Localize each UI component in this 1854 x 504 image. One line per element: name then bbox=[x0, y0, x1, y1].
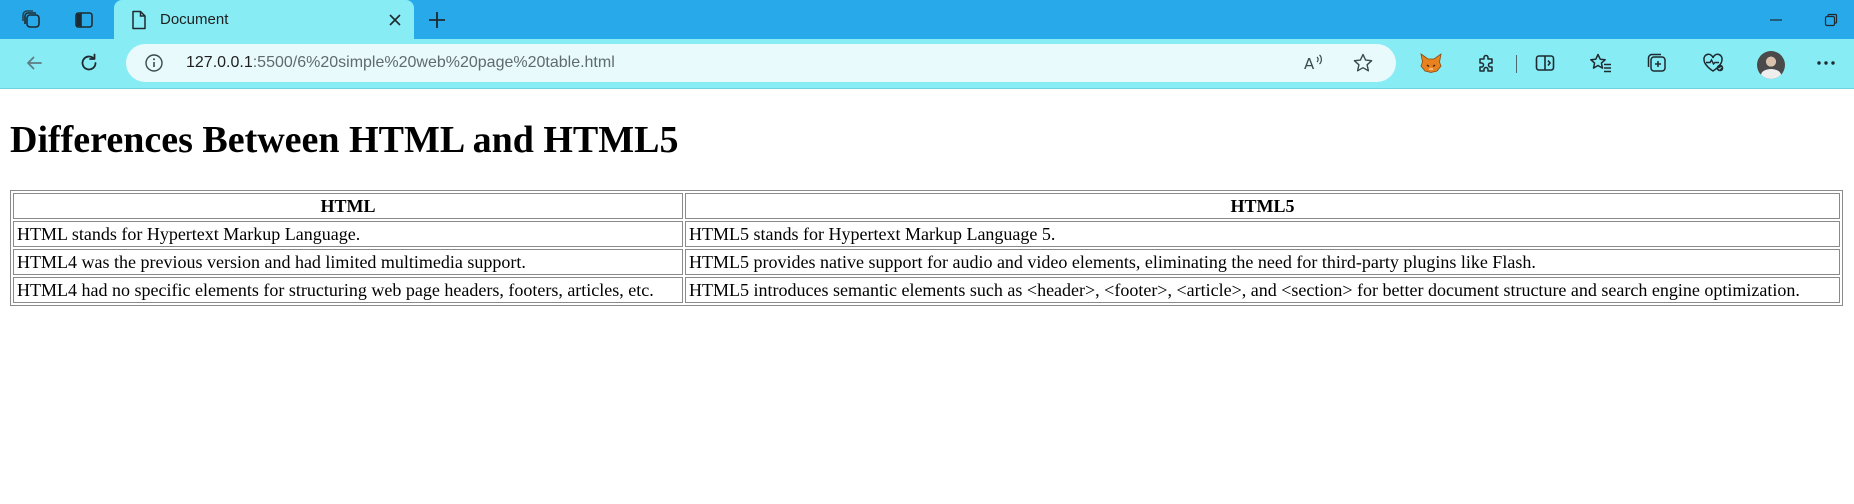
favorites-icon[interactable] bbox=[1583, 45, 1619, 81]
tab-title: Document bbox=[160, 11, 229, 28]
table-row: HTML stands for Hypertext Markup Languag… bbox=[13, 221, 1840, 247]
collections-icon[interactable] bbox=[1639, 45, 1675, 81]
avatar[interactable] bbox=[1757, 51, 1785, 79]
table-cell: HTML4 had no specific elements for struc… bbox=[13, 277, 683, 303]
more-icon[interactable] bbox=[1808, 45, 1844, 81]
page-content: Differences Between HTML and HTML5 HTML … bbox=[0, 89, 1854, 504]
url-path: :5500/6%20simple%20web%20page%20table.ht… bbox=[252, 54, 615, 71]
back-arrow-icon bbox=[27, 56, 42, 70]
heart-pulse-icon[interactable] bbox=[1695, 45, 1731, 81]
column-header-html5: HTML5 bbox=[685, 193, 1840, 219]
fox-extension-icon[interactable] bbox=[1413, 45, 1449, 81]
document-icon bbox=[130, 10, 148, 30]
plus-icon bbox=[429, 11, 445, 28]
minimize-icon bbox=[1770, 18, 1782, 21]
browser-toolbar: 127.0.0.1:5500/6%20simple%20web%20page%2… bbox=[0, 39, 1854, 89]
url-host: 127.0.0.1 bbox=[186, 54, 253, 71]
browser-titlebar: Document bbox=[0, 0, 1854, 39]
table-row: HTML4 was the previous version and had l… bbox=[13, 249, 1840, 275]
url-text[interactable]: 127.0.0.1:5500/6%20simple%20web%20page%2… bbox=[186, 53, 615, 73]
back-button[interactable] bbox=[16, 45, 52, 81]
tab-document[interactable]: Document bbox=[114, 0, 414, 39]
table-cell: HTML5 introduces semantic elements such … bbox=[685, 277, 1840, 303]
tab-actions-icon[interactable] bbox=[62, 0, 106, 39]
restore-button[interactable] bbox=[1808, 0, 1854, 39]
table-cell: HTML4 was the previous version and had l… bbox=[13, 249, 683, 275]
puzzle-icon[interactable] bbox=[1469, 45, 1505, 81]
column-header-html: HTML bbox=[13, 193, 683, 219]
new-tab-button[interactable] bbox=[420, 0, 454, 39]
table-header-row: HTML HTML5 bbox=[13, 193, 1840, 219]
svg-text:A: A bbox=[1304, 55, 1315, 73]
workspaces-icon[interactable] bbox=[10, 0, 54, 39]
minimize-button[interactable] bbox=[1753, 0, 1799, 39]
star-icon[interactable] bbox=[1350, 51, 1376, 75]
read-aloud-icon[interactable]: A bbox=[1301, 51, 1327, 75]
close-icon[interactable] bbox=[384, 9, 406, 31]
comparison-table: HTML HTML5 HTML stands for Hypertext Mar… bbox=[10, 190, 1843, 306]
refresh-icon bbox=[81, 53, 97, 71]
address-bar[interactable]: 127.0.0.1:5500/6%20simple%20web%20page%2… bbox=[126, 44, 1396, 82]
info-icon[interactable] bbox=[144, 53, 164, 73]
table-row: HTML4 had no specific elements for struc… bbox=[13, 277, 1840, 303]
toolbar-divider bbox=[1516, 55, 1517, 73]
page-heading: Differences Between HTML and HTML5 bbox=[10, 119, 679, 161]
refresh-button[interactable] bbox=[71, 45, 107, 81]
table-cell: HTML5 provides native support for audio … bbox=[685, 249, 1840, 275]
restore-icon bbox=[1824, 13, 1838, 26]
table-cell: HTML stands for Hypertext Markup Languag… bbox=[13, 221, 683, 247]
table-cell: HTML5 stands for Hypertext Markup Langua… bbox=[685, 221, 1840, 247]
split-screen-icon[interactable] bbox=[1527, 45, 1563, 81]
